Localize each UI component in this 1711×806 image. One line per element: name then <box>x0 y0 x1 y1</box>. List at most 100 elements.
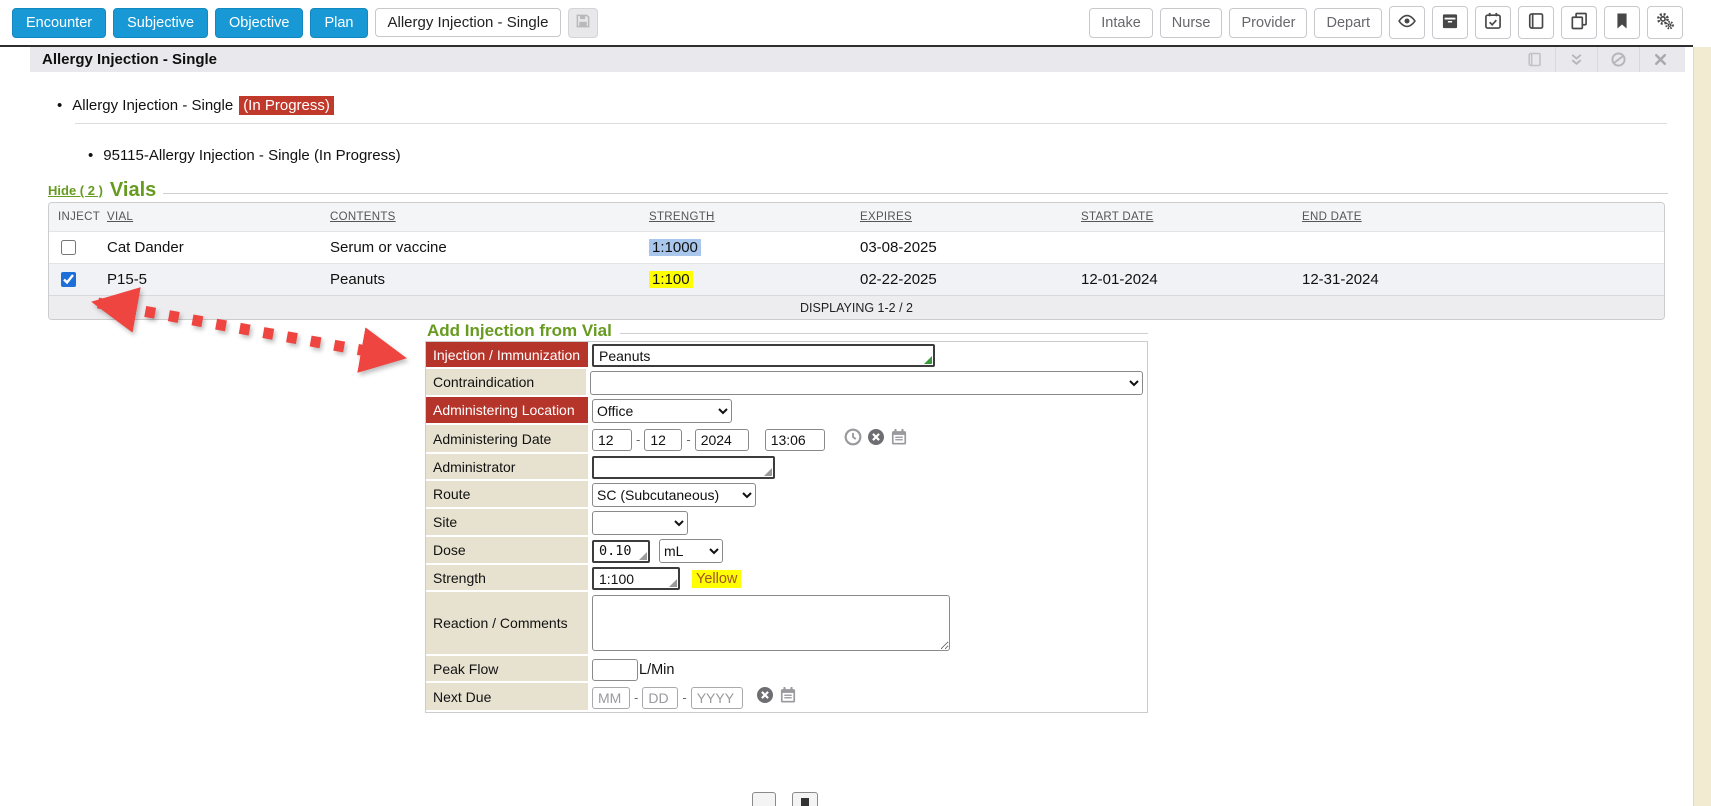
contraindication-select[interactable] <box>590 371 1143 395</box>
calendar-icon[interactable] <box>778 685 798 710</box>
resize-handle[interactable] <box>924 356 932 364</box>
ehr-screen: Encounter Subjective Objective Plan Alle… <box>0 0 1711 806</box>
route-label: Route <box>426 481 588 509</box>
date-day-input[interactable] <box>644 429 682 451</box>
col-contents[interactable]: CONTENTS <box>330 211 649 223</box>
vials-table-header: INJECT VIAL CONTENTS STRENGTH EXPIRES ST… <box>49 203 1664 231</box>
add-injection-form: Injection / Immunization Contraindicatio… <box>425 341 1148 713</box>
strength-row: Strength Yellow <box>426 565 1147 592</box>
form-action-button-left[interactable] <box>752 792 776 806</box>
vial-contents: Peanuts <box>330 271 649 288</box>
date-year-input[interactable] <box>695 429 749 451</box>
encounter-button[interactable]: Encounter <box>12 8 106 38</box>
bullet-dot: • <box>88 147 93 164</box>
clear-icon[interactable] <box>755 685 775 710</box>
inject-checkbox[interactable] <box>61 240 76 255</box>
form-action-button-right[interactable] <box>792 792 818 806</box>
administering-date-label: Administering Date <box>426 425 588 454</box>
divider <box>75 123 1667 124</box>
resize-handle[interactable] <box>669 579 677 587</box>
injection-form-title: Add Injection from Vial <box>427 321 612 341</box>
note-item-2-text: 95115-Allergy Injection - Single (In Pro… <box>103 147 400 164</box>
next-due-year-input[interactable] <box>691 687 743 709</box>
vial-name: P15-5 <box>107 271 330 288</box>
next-due-row: Next Due - - <box>426 683 1147 712</box>
calendar-icon[interactable] <box>889 427 909 452</box>
strength-input[interactable] <box>592 567 680 590</box>
note-item-2: • 95115-Allergy Injection - Single (In P… <box>88 147 401 164</box>
calendar-check-icon <box>1483 11 1503 34</box>
date-separator: - <box>634 690 638 705</box>
date-separator: - <box>682 690 686 705</box>
vials-section-title: Vials <box>110 179 156 202</box>
time-input[interactable] <box>765 429 825 451</box>
settings-button[interactable] <box>1647 6 1683 39</box>
vial-strength: 1:100 <box>649 271 693 288</box>
toolbar-left-group: Encounter Subjective Objective Plan Alle… <box>12 8 598 38</box>
date-month-input[interactable] <box>592 429 632 451</box>
eye-button[interactable] <box>1389 6 1425 39</box>
reaction-comments-textarea[interactable] <box>592 595 950 651</box>
cancel-icon[interactable] <box>1597 47 1639 72</box>
peak-flow-label: Peak Flow <box>426 656 588 683</box>
depart-button[interactable]: Depart <box>1314 8 1382 38</box>
next-due-month-input[interactable] <box>592 687 630 709</box>
table-paging-footer: DISPLAYING 1-2 / 2 <box>49 295 1664 319</box>
administrator-input[interactable] <box>592 456 775 479</box>
vial-expires: 02-22-2025 <box>860 271 1081 288</box>
nurse-button[interactable]: Nurse <box>1160 8 1223 38</box>
archive-button[interactable] <box>1432 6 1468 39</box>
next-due-label: Next Due <box>426 683 588 712</box>
save-form-button[interactable] <box>568 8 598 38</box>
peak-flow-input[interactable] <box>592 659 638 681</box>
col-start-date[interactable]: START DATE <box>1081 211 1302 223</box>
dose-unit-select[interactable]: mL <box>659 539 723 563</box>
print-icon <box>799 797 811 806</box>
clear-icon[interactable] <box>866 427 886 452</box>
site-row: Site <box>426 509 1147 537</box>
reaction-comments-label: Reaction / Comments <box>426 592 588 656</box>
archive-icon <box>1440 11 1460 34</box>
clock-icon[interactable] <box>843 427 863 452</box>
current-form-name[interactable]: Allergy Injection - Single <box>375 8 562 37</box>
calendar-check-button[interactable] <box>1475 6 1511 39</box>
copy-icon <box>1569 11 1589 34</box>
administrator-row: Administrator <box>426 454 1147 481</box>
peak-flow-unit: L/Min <box>639 662 674 678</box>
route-select[interactable]: SC (Subcutaneous) <box>592 483 756 507</box>
col-expires[interactable]: EXPIRES <box>860 211 1081 223</box>
book-icon[interactable] <box>1513 47 1555 72</box>
col-vial[interactable]: VIAL <box>107 211 330 223</box>
next-due-day-input[interactable] <box>642 687 678 709</box>
dose-label: Dose <box>426 537 588 565</box>
copy-button[interactable] <box>1561 6 1597 39</box>
bookmark-button[interactable] <box>1604 6 1640 39</box>
peak-flow-row: Peak Flow L/Min <box>426 656 1147 683</box>
objective-button[interactable]: Objective <box>215 8 303 38</box>
administering-location-row: Administering Location Office <box>426 397 1147 425</box>
site-select[interactable] <box>592 511 688 535</box>
vials-section-header: Hide ( 2 ) Vials <box>48 179 1668 202</box>
vial-color-note: Yellow <box>692 570 741 588</box>
col-end-date[interactable]: END DATE <box>1302 211 1664 223</box>
scrollbar[interactable] <box>1693 47 1711 806</box>
col-strength[interactable]: STRENGTH <box>649 211 860 223</box>
book-button[interactable] <box>1518 6 1554 39</box>
inject-checkbox[interactable] <box>61 272 76 287</box>
subjective-button[interactable]: Subjective <box>113 8 208 38</box>
resize-handle[interactable] <box>639 552 647 560</box>
close-icon[interactable] <box>1639 47 1681 72</box>
injection-immunization-input[interactable] <box>592 344 935 367</box>
intake-button[interactable]: Intake <box>1089 8 1153 38</box>
hide-vials-link[interactable]: Hide ( 2 ) <box>48 183 103 198</box>
provider-button[interactable]: Provider <box>1229 8 1307 38</box>
vial-row-p15-5: P15-5 Peanuts 1:100 02-22-2025 12-01-202… <box>49 263 1664 295</box>
dose-row: Dose mL <box>426 537 1147 565</box>
injection-immunization-row: Injection / Immunization <box>426 342 1147 369</box>
title-bar-icons <box>1513 47 1681 72</box>
resize-handle[interactable] <box>764 468 772 476</box>
plan-button[interactable]: Plan <box>310 8 367 38</box>
collapse-chevrons-icon[interactable] <box>1555 47 1597 72</box>
administering-location-select[interactable]: Office <box>592 399 732 423</box>
administering-location-label: Administering Location <box>426 397 588 425</box>
